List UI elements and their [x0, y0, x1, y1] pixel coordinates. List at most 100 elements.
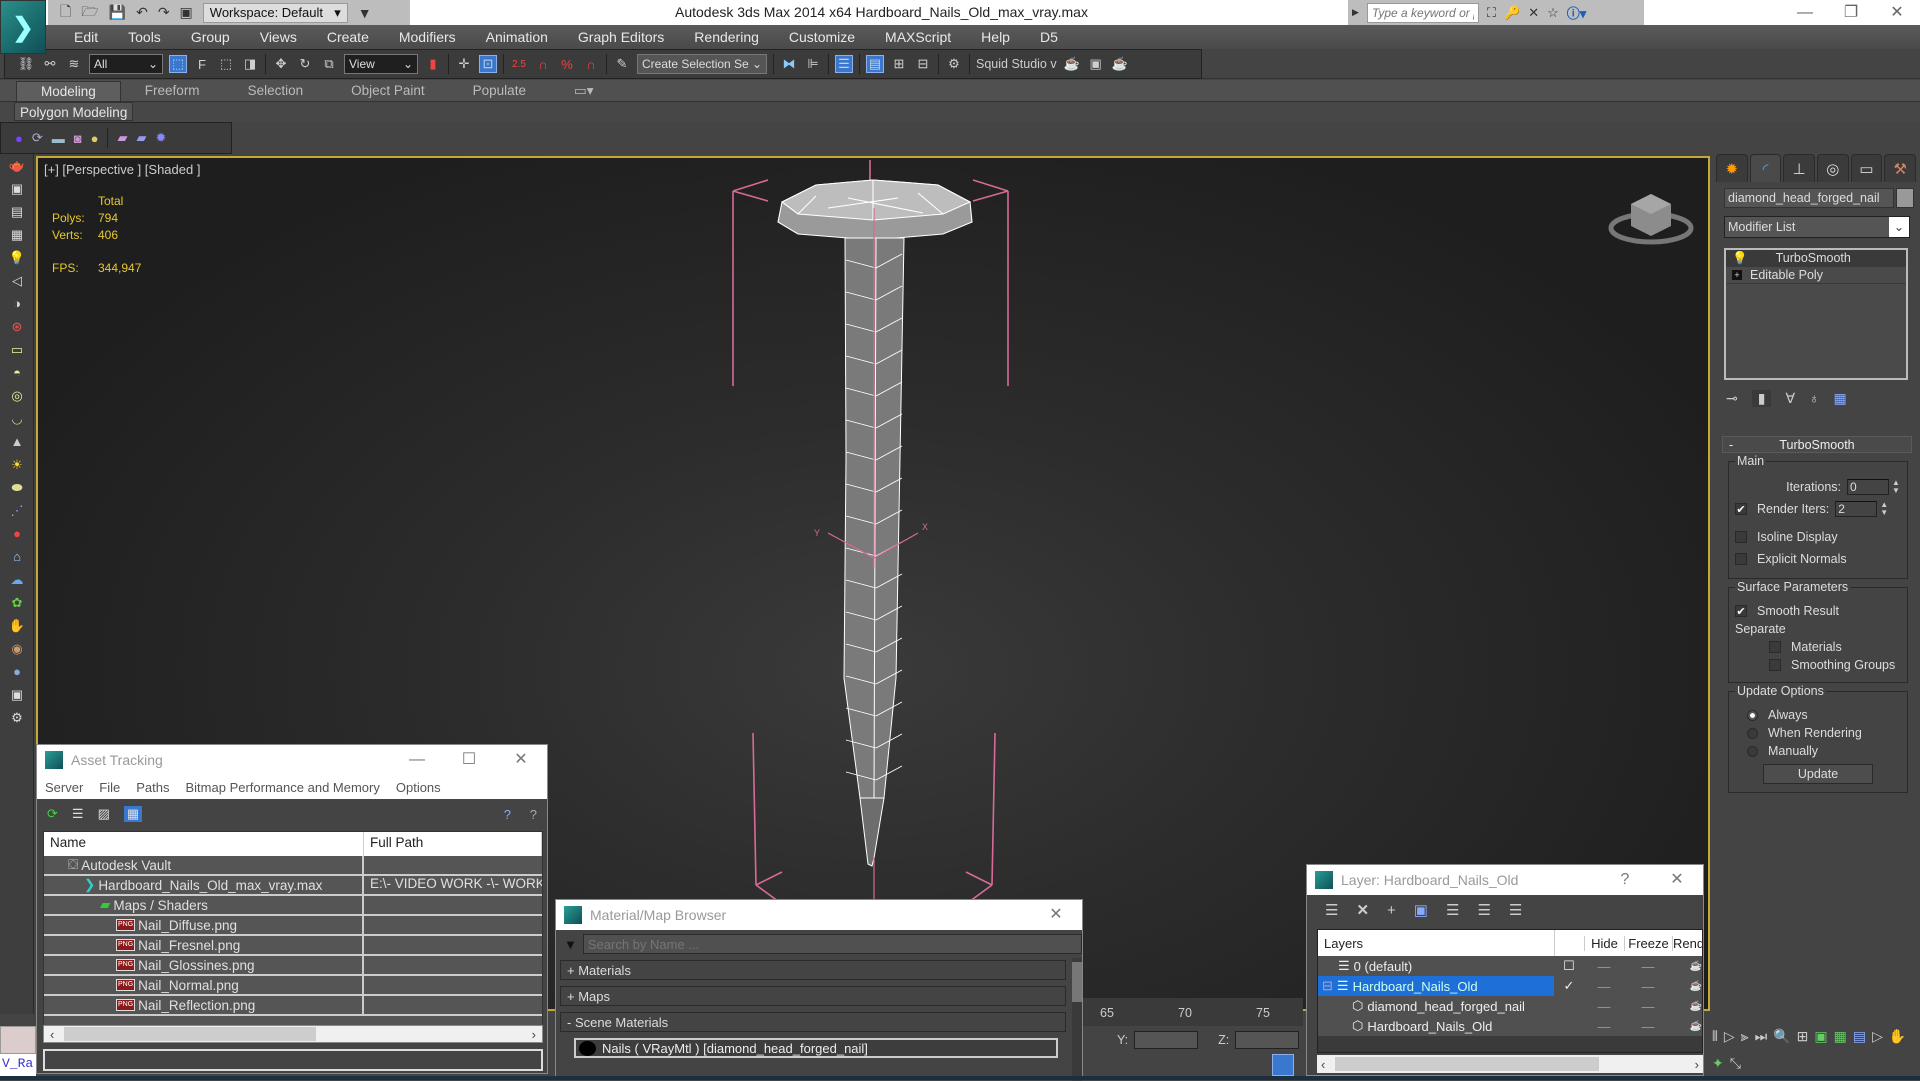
rotate-icon[interactable]: ↻	[296, 55, 314, 73]
configure-modifier-sets-icon[interactable]: ▦	[1834, 390, 1847, 407]
settings-gear-icon[interactable]: ✹	[155, 130, 166, 146]
hierarchy-tab-icon[interactable]: ⊥	[1783, 154, 1816, 182]
scroll-right-icon[interactable]: ›	[532, 1027, 536, 1042]
material-browser-titlebar[interactable]: Material/Map Browser ✕	[556, 900, 1082, 930]
separate-materials-checkbox[interactable]	[1769, 641, 1781, 653]
rendered-frame-window-icon[interactable]: ▣	[1087, 55, 1105, 73]
minimize-button[interactable]: —	[391, 745, 443, 775]
current-layer-toggle[interactable]: ✓	[1554, 978, 1584, 994]
smooth-result-checkbox[interactable]: ✔	[1735, 605, 1747, 618]
render-iters-checkbox[interactable]: ✔	[1735, 503, 1747, 516]
scene-explorer-icon[interactable]: ▤	[866, 55, 884, 73]
spinner-snap-icon[interactable]: ∩	[582, 55, 600, 73]
help-button[interactable]: ?	[1599, 865, 1651, 895]
close-button[interactable]: ✕	[1651, 865, 1703, 895]
y-coord-field[interactable]	[1134, 1031, 1199, 1049]
menu-animation[interactable]: Animation	[471, 29, 563, 45]
help-icon[interactable]: ?	[504, 807, 511, 822]
delete-layer-icon[interactable]: ✕	[1356, 901, 1369, 919]
ies-light-icon[interactable]: ◡	[0, 407, 34, 430]
film-reel-icon[interactable]: ⊛	[0, 315, 34, 338]
plane-light-icon[interactable]: ▭	[0, 338, 34, 361]
freeze-toggle[interactable]: —	[1624, 979, 1672, 994]
asset-row[interactable]: ❯ Hardboard_Nails_Old_max_vray.max E:\- VI…	[44, 876, 542, 896]
field-of-view-icon[interactable]: ▷	[1872, 1028, 1883, 1049]
menu-views[interactable]: Views	[245, 29, 312, 45]
unlink-icon[interactable]: ⚯	[41, 55, 59, 73]
layer-row[interactable]: ⊟ ☰ Hardboard_Nails_Old ✓ — — ☕	[1318, 976, 1702, 996]
gear-icon[interactable]: ⚙	[0, 706, 34, 729]
sphere-light-icon[interactable]: ⬬	[0, 476, 34, 499]
binoculars-icon[interactable]: ⛶	[1487, 5, 1496, 21]
project-folder-icon[interactable]: ▣	[180, 4, 193, 21]
tab-freeform[interactable]: Freeform	[121, 81, 224, 101]
hide-toggle[interactable]: —	[1584, 979, 1624, 994]
menu-edit[interactable]: Edit	[46, 29, 113, 45]
update-button[interactable]: Update	[1763, 764, 1873, 784]
browser-options-icon[interactable]: ▼	[558, 937, 577, 952]
help-icon[interactable]: ⓘ▾	[1567, 3, 1587, 22]
next-key-icon[interactable]: ⫸	[1741, 1028, 1749, 1049]
edit-named-selection-icon[interactable]: ✎	[613, 55, 631, 73]
align-icon[interactable]: ⊫	[804, 55, 822, 73]
freeze-toggle[interactable]: —	[1624, 1019, 1672, 1034]
table-view-icon[interactable]: ▦	[123, 806, 143, 822]
lightbulb-icon[interactable]: 💡	[1732, 251, 1748, 266]
z-coord-field[interactable]	[1235, 1031, 1300, 1049]
pan-hand-icon[interactable]: ✋	[1889, 1028, 1906, 1049]
menu-server[interactable]: Server	[45, 780, 83, 795]
dsa-icon[interactable]: ▰	[117, 130, 127, 146]
scale-icon[interactable]: ⧉	[320, 55, 338, 73]
menu-d5[interactable]: D5	[1025, 29, 1073, 45]
redo-icon[interactable]: ↷	[158, 4, 170, 21]
radio-when-rendering[interactable]	[1747, 727, 1758, 739]
grass-icon[interactable]: ✿	[0, 591, 34, 614]
minimize-button[interactable]: —	[1782, 0, 1828, 25]
zoom-extents-all-icon[interactable]: ▦	[1834, 1028, 1847, 1049]
mirror-icon[interactable]: ⧓	[780, 55, 798, 73]
asset-row[interactable]: PNG Nail_Glossines.png	[44, 956, 542, 976]
asset-tracking-titlebar[interactable]: Asset Tracking — ☐ ✕	[37, 745, 547, 775]
plugin-label[interactable]: Squid Studio v	[976, 57, 1057, 71]
orbit-icon[interactable]: ✦	[1712, 1055, 1724, 1076]
spinner-arrows-icon[interactable]: ▲ ▼	[1891, 479, 1901, 495]
customize-qat-icon[interactable]: ▼	[358, 5, 372, 21]
menu-bitmap-performance[interactable]: Bitmap Performance and Memory	[186, 780, 380, 795]
undo-icon[interactable]: ↶	[136, 4, 148, 21]
named-selection-sets-dropdown[interactable]: Create Selection Se ⌄	[637, 54, 767, 74]
modify-tab-icon[interactable]: ◜	[1749, 154, 1782, 182]
save-icon[interactable]: 💾	[109, 4, 126, 21]
window-crossing-icon[interactable]: ◨	[241, 55, 259, 73]
spot-light-icon[interactable]: ▲	[0, 430, 34, 453]
refresh-icon[interactable]: ⟳	[32, 130, 43, 146]
light-lister-icon[interactable]: 💡	[0, 246, 34, 269]
collapse-icon[interactable]: ⊟	[1322, 978, 1333, 994]
help-search-input[interactable]	[1366, 2, 1479, 23]
maximize-viewport-icon[interactable]: ⤡	[1730, 1055, 1741, 1076]
select-objects-icon[interactable]: ▣	[1414, 901, 1428, 919]
angle-snap-icon[interactable]: ∩	[534, 55, 552, 73]
render-toggle-icon[interactable]: ☕	[1672, 981, 1702, 992]
tab-object-paint[interactable]: Object Paint	[327, 81, 449, 101]
group-materials[interactable]: + Materials	[560, 960, 1066, 980]
zoom-icon[interactable]: 🔍	[1773, 1028, 1790, 1049]
curve-editor-icon[interactable]: ⊞	[890, 55, 908, 73]
time-config-icon[interactable]: ▤	[1853, 1028, 1866, 1049]
hide-toggle[interactable]: —	[1584, 959, 1624, 974]
make-unique-icon[interactable]: ∀	[1785, 390, 1795, 407]
scroll-left-icon[interactable]: ‹	[50, 1027, 54, 1042]
column-freeze[interactable]: Freeze	[1624, 935, 1672, 951]
create-layer-icon[interactable]: ☰	[1325, 901, 1338, 919]
refresh-icon[interactable]: ⟳	[47, 806, 58, 822]
rect-selection-icon[interactable]: ⬚	[217, 55, 235, 73]
layer-manager-icon[interactable]: ☰	[835, 55, 853, 73]
molecule-icon[interactable]: ●	[0, 522, 34, 545]
tab-selection[interactable]: Selection	[224, 81, 328, 101]
close-button[interactable]: ✕	[495, 745, 547, 775]
render-toggle-icon[interactable]: ☕	[1672, 1001, 1702, 1012]
keyboard-shortcut-toggle-icon[interactable]: ⊡	[479, 55, 497, 73]
scroll-right-icon[interactable]: ›	[1695, 1057, 1699, 1072]
spinner-arrows-icon[interactable]: ▲ ▼	[1879, 501, 1889, 517]
asset-row[interactable]: PNG Nail_Reflection.png	[44, 996, 542, 1016]
material-sphere-icon[interactable]: ●	[0, 660, 34, 683]
